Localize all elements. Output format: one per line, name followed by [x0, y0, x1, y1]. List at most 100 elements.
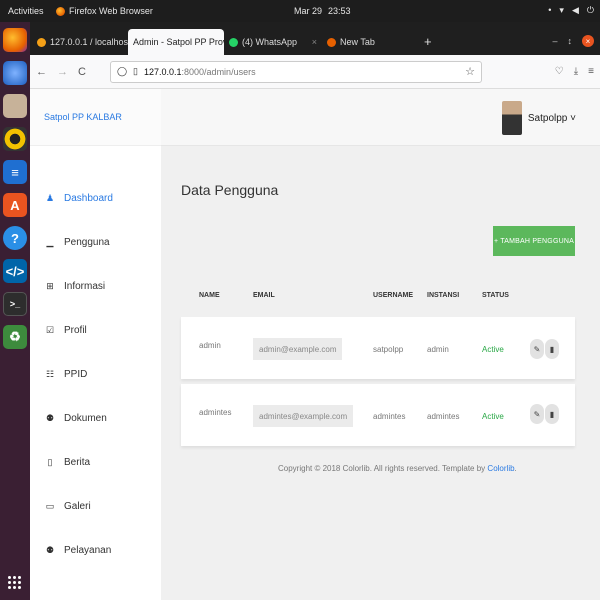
tab-new-tab[interactable]: New Tab	[322, 29, 416, 55]
app-header: Satpolpp ˅	[161, 89, 600, 146]
avatar	[501, 101, 522, 135]
table-row: admin admin@example.com satpolpp admin A…	[181, 317, 575, 379]
sidebar-menu: ♟ Dashboard ▁ Pengguna ⊞ Informasi ☑ Pro…	[30, 146, 161, 572]
sidebar-item-label: Pelayanan	[64, 544, 112, 556]
browser-window: 127.0.0.1 / localhost / sat Admin - Satp…	[30, 22, 600, 600]
cell-username: satpolpp	[373, 345, 404, 354]
footer-end: .	[514, 464, 517, 473]
column-header-status: STATUS	[482, 292, 509, 299]
sidebar-item-label: Berita	[64, 456, 91, 468]
volume-icon: ◀	[571, 5, 579, 15]
power-icon: ⏻	[586, 5, 594, 15]
tab-label: (4) WhatsApp	[242, 37, 298, 47]
nav-toolbar: ← → C ◯ ▯ 127.0.0.1:8000/admin/users ☆ ♡…	[30, 55, 600, 89]
url-path: :8000/admin/users	[181, 66, 256, 77]
thunderbird-icon[interactable]	[3, 61, 27, 85]
sidebar-item-pelayanan[interactable]: ⚉ Pelayanan	[30, 528, 161, 572]
rhythmbox-icon[interactable]	[3, 127, 27, 151]
checkbox-icon: ☑	[45, 324, 55, 335]
column-header-name: NAME	[199, 292, 220, 299]
minimize-icon[interactable]: –	[552, 36, 557, 46]
downloads-icon[interactable]: ⤓	[574, 66, 578, 77]
calendar-icon: ☷	[45, 368, 55, 379]
user-menu[interactable]: Satpolpp ˅	[501, 101, 576, 135]
menu-icon[interactable]: ≡	[588, 66, 594, 77]
main-content: Data Pengguna + TAMBAH PENGGUNA NAME EMA…	[161, 146, 600, 600]
bar-chart-icon: ▁	[46, 236, 54, 247]
tab-phpmyadmin[interactable]: 127.0.0.1 / localhost / sat	[32, 29, 128, 55]
clock-date: Mar 29	[294, 6, 323, 16]
sidebar-item-pengguna[interactable]: ▁ Pengguna	[30, 220, 161, 264]
bookmark-star-icon[interactable]: ☆	[465, 65, 475, 78]
url-bar[interactable]: ◯ ▯ 127.0.0.1:8000/admin/users ☆	[109, 60, 482, 83]
activities-button[interactable]: Activities	[0, 6, 48, 16]
tab-whatsapp[interactable]: (4) WhatsApp ×	[224, 29, 322, 55]
column-header-instansi: INSTANSI	[427, 292, 460, 299]
sidebar-item-dashboard[interactable]: ♟ Dashboard	[30, 176, 161, 220]
sidebar: Satpol PP KALBAR ♟ Dashboard ▁ Pengguna …	[30, 89, 161, 600]
sidebar-item-dokumen[interactable]: ⚉ Dokumen	[30, 396, 161, 440]
edit-icon[interactable]: ✎	[530, 339, 544, 359]
sidebar-item-informasi[interactable]: ⊞ Informasi	[30, 264, 161, 308]
brand-logo[interactable]: Satpol PP KALBAR	[30, 89, 161, 146]
close-tab-icon[interactable]: ×	[312, 37, 317, 47]
delete-icon[interactable]: ▮	[545, 404, 559, 424]
window-controls: – ↕ ×	[546, 35, 600, 55]
delete-icon[interactable]: ▮	[545, 339, 559, 359]
document-icon: ▯	[47, 456, 53, 467]
monitor-icon: ▭	[45, 500, 55, 511]
sidebar-item-galeri[interactable]: ▭ Galeri	[30, 484, 161, 528]
sidebar-item-label: Pengguna	[64, 236, 110, 248]
map-marker-icon: ⚉	[45, 544, 55, 555]
edit-icon[interactable]: ✎	[530, 404, 544, 424]
add-user-button[interactable]: + TAMBAH PENGGUNA	[493, 226, 575, 256]
system-top-bar: Activities Firefox Web Browser Mar 29 23…	[0, 0, 600, 22]
tab-strip: 127.0.0.1 / localhost / sat Admin - Satp…	[30, 22, 600, 55]
clock-time: 23:53	[328, 6, 351, 16]
new-tab-button[interactable]: +	[416, 34, 440, 55]
dashboard-icon: ♟	[45, 192, 55, 203]
pocket-icon[interactable]: ♡	[555, 66, 564, 77]
wifi-icon: ▾	[559, 5, 564, 15]
column-header-email: EMAIL	[253, 292, 275, 299]
phpmyadmin-icon	[37, 37, 46, 47]
show-apps-icon[interactable]	[8, 576, 22, 590]
network-icon: •	[548, 5, 552, 15]
status-badge: Active	[482, 412, 504, 421]
terminal-icon[interactable]: >_	[3, 292, 27, 316]
shield-icon: ◯	[116, 66, 128, 76]
system-tray[interactable]: • ▾ ◀ ⏻	[548, 5, 594, 16]
sidebar-item-profil[interactable]: ☑ Profil	[30, 308, 161, 352]
table-icon: ⊞	[46, 280, 54, 291]
maximize-icon[interactable]: ↕	[568, 36, 573, 46]
sidebar-item-berita[interactable]: ▯ Berita	[30, 440, 161, 484]
firefox-icon	[56, 6, 65, 16]
sidebar-item-label: Dokumen	[64, 412, 107, 424]
page-icon: ▯	[133, 66, 138, 76]
vscode-icon[interactable]: </>	[3, 259, 27, 283]
reload-icon[interactable]: C	[78, 66, 86, 78]
app-menu[interactable]: Firefox Web Browser	[56, 6, 153, 16]
tab-admin[interactable]: Admin - Satpol PP Prov Kalba ×	[128, 29, 224, 55]
back-icon[interactable]: ←	[36, 66, 47, 78]
help-icon[interactable]: ?	[3, 226, 27, 250]
dock: ≡ A ? </> >_ ♻	[0, 22, 30, 600]
tab-label: 127.0.0.1 / localhost / sat	[50, 37, 128, 47]
toolbar-right: ♡ ⤓ ≡	[555, 66, 594, 77]
writer-icon[interactable]: ≡	[3, 160, 27, 184]
cell-username: admintes	[373, 412, 406, 421]
cell-instansi: admin	[427, 345, 449, 354]
sidebar-item-ppid[interactable]: ☷ PPID	[30, 352, 161, 396]
status-badge: Active	[482, 345, 504, 354]
trash-icon[interactable]: ♻	[3, 325, 27, 349]
files-icon[interactable]	[3, 94, 27, 118]
clock[interactable]: Mar 29 23:53	[294, 6, 351, 16]
whatsapp-icon	[229, 37, 238, 47]
firefox-icon[interactable]	[3, 28, 27, 52]
close-window-icon[interactable]: ×	[582, 35, 594, 47]
forward-icon[interactable]: →	[57, 66, 68, 78]
sidebar-item-label: Dashboard	[64, 192, 113, 204]
app-store-icon[interactable]: A	[3, 193, 27, 217]
tab-label: New Tab	[340, 37, 375, 47]
footer-link[interactable]: Colorlib	[487, 464, 514, 473]
